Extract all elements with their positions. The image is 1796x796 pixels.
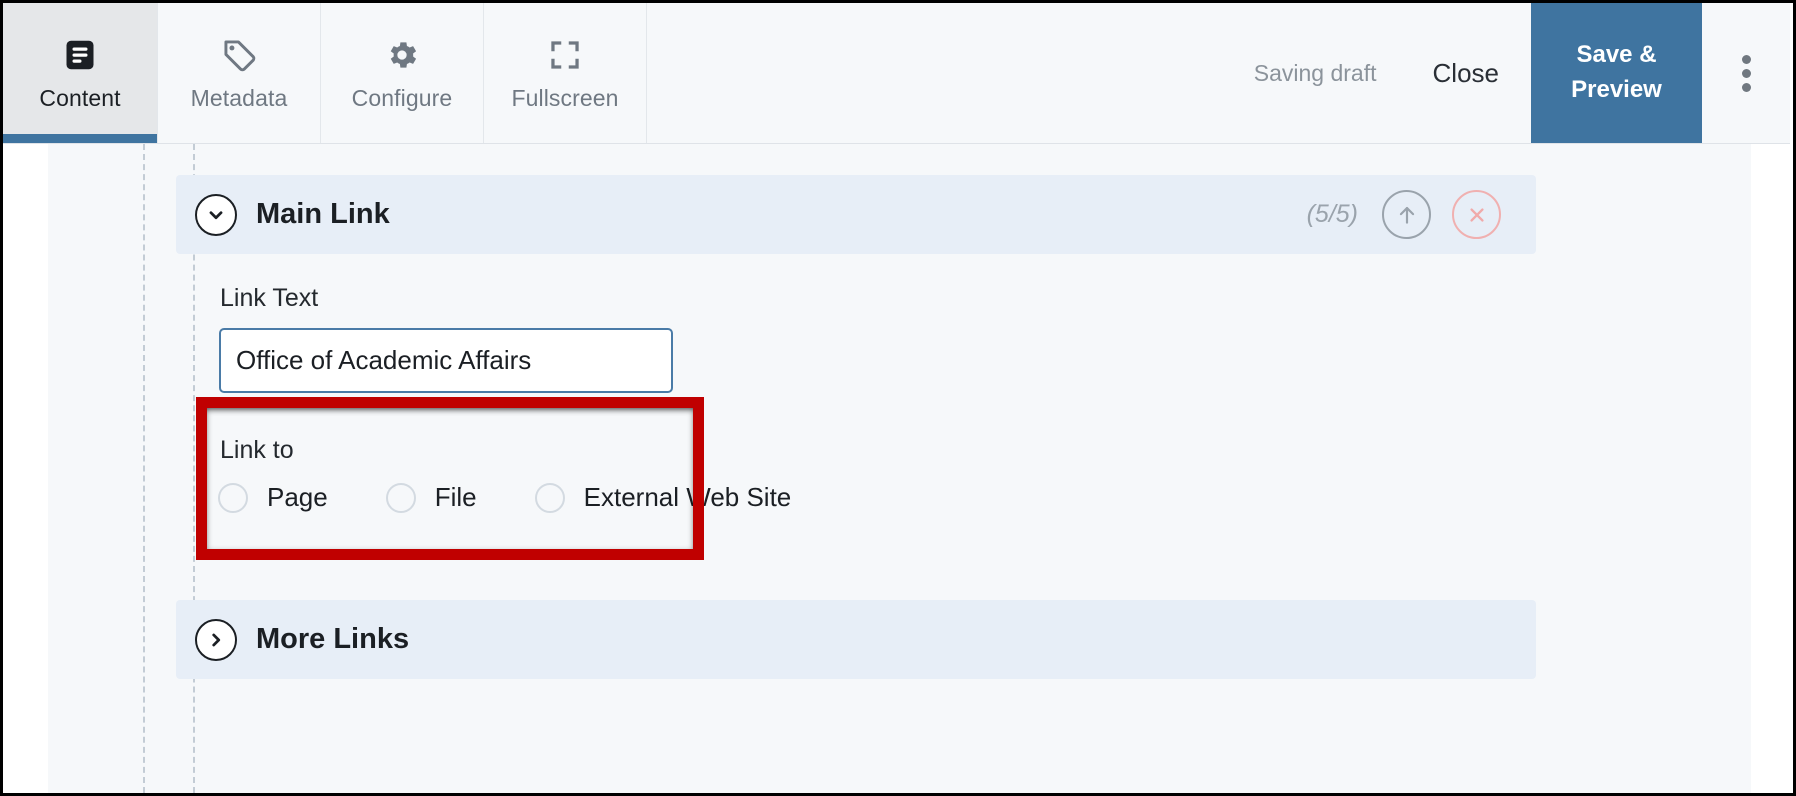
annotation-inner-shadow	[207, 408, 693, 549]
arrow-up-icon[interactable]	[1382, 190, 1431, 239]
more-vertical-icon[interactable]	[1702, 3, 1790, 143]
tag-icon	[221, 34, 258, 76]
editor-screen: Content Metadata Configure Fullscreen Sa…	[3, 3, 1793, 793]
link-text-input[interactable]	[219, 328, 673, 393]
panel-title-main-link: Main Link	[256, 198, 390, 230]
tab-fullscreen[interactable]: Fullscreen	[484, 3, 647, 143]
editor-toolbar: Content Metadata Configure Fullscreen Sa…	[3, 3, 1790, 144]
tab-metadata-label: Metadata	[190, 85, 288, 111]
save-and-preview-button[interactable]: Save & Preview	[1531, 3, 1702, 143]
panel-title-more-links: More Links	[256, 623, 410, 655]
close-circle-icon[interactable]	[1452, 190, 1501, 239]
document-lines-icon	[62, 34, 98, 76]
tab-active-indicator	[3, 134, 157, 143]
tab-fullscreen-label: Fullscreen	[511, 85, 619, 111]
tab-metadata[interactable]: Metadata	[158, 3, 321, 143]
annotation-highlight-box	[196, 397, 704, 560]
content-region: Main Link (5/5) Link Text Office of Acad…	[48, 144, 1751, 793]
link-text-label: Link Text	[220, 284, 319, 312]
drop-guide-outer	[143, 144, 145, 793]
panel-header-more-links[interactable]: More Links	[176, 600, 1536, 679]
chevron-right-icon[interactable]	[195, 618, 237, 661]
tab-configure-label: Configure	[351, 85, 453, 111]
tab-content-label: Content	[39, 85, 121, 111]
editor-canvas: Main Link (5/5) Link Text Office of Acad…	[3, 144, 1793, 793]
tab-content[interactable]: Content	[3, 3, 158, 143]
tab-configure[interactable]: Configure	[321, 3, 484, 143]
close-button[interactable]: Close	[1401, 3, 1531, 143]
kebab-dot	[1741, 82, 1751, 92]
save-status-text: Saving draft	[1253, 59, 1377, 86]
kebab-dot	[1741, 68, 1751, 78]
panel-counter: (5/5)	[1306, 200, 1358, 228]
expand-icon	[548, 34, 582, 76]
kebab-dot	[1741, 54, 1751, 64]
chevron-down-icon[interactable]	[195, 193, 237, 236]
panel-header-main-link[interactable]: Main Link (5/5)	[176, 175, 1536, 254]
gear-icon	[384, 34, 420, 76]
